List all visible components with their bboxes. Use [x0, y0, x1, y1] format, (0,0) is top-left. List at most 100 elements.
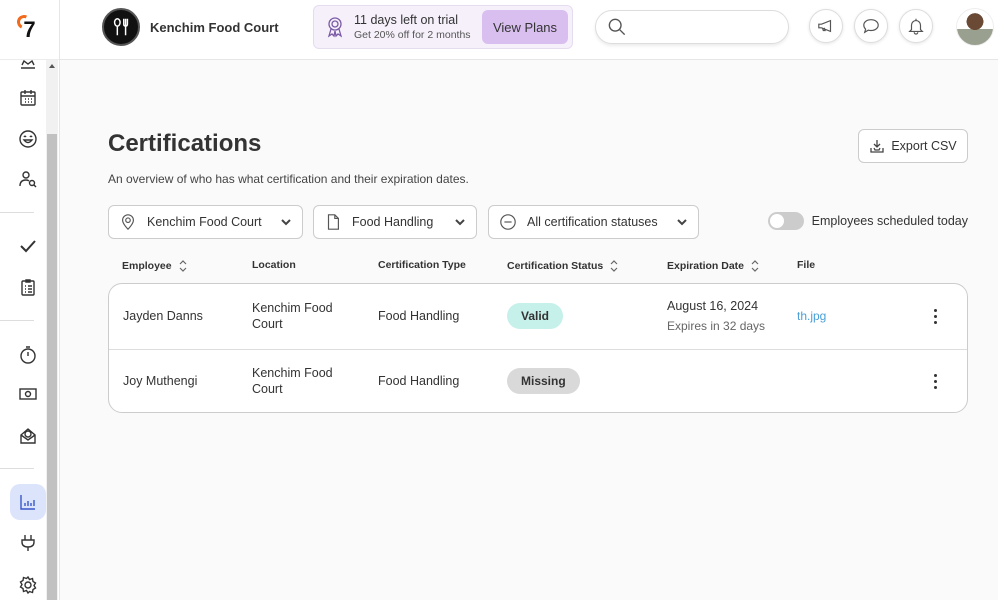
location-pin-icon — [122, 214, 134, 231]
expiration-date: August 16, 2024 — [667, 299, 759, 313]
sidebar-item-hiring[interactable] — [10, 161, 46, 197]
user-search-icon — [19, 171, 37, 188]
location-filter-value: Kenchim Food Court — [147, 215, 262, 229]
sidebar-item-tips[interactable] — [10, 418, 46, 454]
column-header-expiration-date[interactable]: Expiration Date — [667, 259, 760, 273]
location-line: Kenchim Food — [252, 301, 333, 315]
sidebar-item-reports[interactable] — [10, 484, 46, 520]
chevron-down-icon — [677, 219, 687, 226]
status-filter-value: All certification statuses — [527, 215, 658, 229]
search-input[interactable] — [634, 19, 774, 35]
bar-chart-icon — [20, 495, 35, 510]
sidebar-item-settings[interactable] — [10, 567, 46, 600]
trial-banner: 11 days left on trial Get 20% off for 2 … — [313, 5, 573, 49]
crown-icon — [21, 60, 35, 69]
scheduled-today-toggle[interactable] — [767, 212, 804, 230]
location-name: Kenchim Food Court — [150, 19, 279, 35]
calendar-icon — [20, 90, 36, 106]
certification-type-filter-value: Food Handling — [352, 215, 434, 229]
table-row[interactable]: Jayden Danns Kenchim Food Court Food Han… — [109, 284, 967, 349]
clipboard-icon — [21, 279, 35, 296]
status-filter[interactable]: All certification statuses — [488, 205, 699, 239]
top-header: Kenchim Food Court 11 days left on trial… — [60, 0, 998, 60]
column-header-file: File — [797, 259, 815, 271]
certification-type-filter[interactable]: Food Handling — [313, 205, 477, 239]
sidebar-item-payroll[interactable] — [10, 376, 46, 412]
location-line: Kenchim Food — [252, 366, 333, 380]
document-icon — [327, 214, 339, 230]
table-row[interactable]: Joy Muthengi Kenchim Food Court Food Han… — [109, 349, 967, 412]
column-label: Location — [252, 259, 296, 271]
notifications-button[interactable] — [899, 9, 933, 43]
trial-subtitle: Get 20% off for 2 months — [354, 29, 471, 41]
user-avatar[interactable] — [956, 8, 994, 46]
location-filter[interactable]: Kenchim Food Court — [108, 205, 303, 239]
export-csv-button[interactable]: Export CSV — [858, 129, 968, 163]
minus-circle-icon — [500, 214, 516, 230]
column-label: Expiration Date — [667, 260, 745, 272]
plug-icon — [21, 535, 35, 551]
chevron-down-icon — [455, 219, 465, 226]
sidebar-item-engagement[interactable] — [10, 121, 46, 157]
certifications-table: Jayden Danns Kenchim Food Court Food Han… — [108, 283, 968, 413]
sidebar: 7 — [0, 0, 60, 600]
certification-type: Food Handling — [378, 309, 460, 323]
search-icon — [608, 18, 626, 36]
location-cell: Kenchim Food Court — [252, 365, 333, 397]
download-tray-icon — [870, 140, 884, 153]
sort-icon[interactable] — [609, 259, 619, 273]
export-csv-label: Export CSV — [891, 139, 957, 153]
column-header-employee[interactable]: Employee — [122, 259, 188, 273]
row-menu-kebab-icon[interactable] — [927, 306, 943, 326]
view-plans-button[interactable]: View Plans — [482, 10, 568, 44]
smiley-icon — [19, 130, 37, 148]
gear-icon — [19, 575, 37, 595]
employee-name: Joy Muthengi — [123, 374, 198, 388]
column-header-certification-status[interactable]: Certification Status — [507, 259, 619, 273]
app-logo[interactable]: 7 — [0, 0, 59, 60]
search-box[interactable] — [595, 10, 789, 44]
employee-name: Jayden Danns — [123, 309, 203, 323]
stopwatch-icon — [20, 346, 36, 364]
check-icon — [20, 240, 36, 253]
column-label: File — [797, 259, 816, 271]
sidebar-divider — [0, 320, 34, 321]
messages-button[interactable] — [854, 9, 888, 43]
sort-icon[interactable] — [750, 259, 760, 273]
page-subtitle: An overview of who has what certificatio… — [108, 172, 469, 186]
announcements-button[interactable] — [809, 9, 843, 43]
column-label: Certification Type — [378, 259, 466, 271]
sort-icon[interactable] — [178, 259, 188, 273]
sidebar-divider — [0, 212, 34, 213]
location-line: Court — [252, 317, 283, 331]
chevron-down-icon — [281, 219, 291, 226]
chat-bubble-icon — [863, 19, 879, 34]
column-header-location: Location — [252, 259, 296, 271]
sidebar-item-schedule[interactable] — [10, 80, 46, 116]
trial-title: 11 days left on trial — [354, 13, 458, 27]
award-ribbon-icon — [327, 17, 343, 38]
file-link[interactable]: th.jpg — [797, 309, 826, 323]
sidebar-item-logbook[interactable] — [10, 269, 46, 305]
sidebar-item-time-clock[interactable] — [10, 337, 46, 373]
cash-icon — [19, 388, 37, 400]
location-cell: Kenchim Food Court — [252, 300, 333, 332]
status-badge: Missing — [507, 368, 580, 394]
scheduled-today-toggle-group: Employees scheduled today — [767, 212, 968, 230]
scheduled-today-label: Employees scheduled today — [811, 214, 968, 228]
column-header-certification-type: Certification Type — [378, 259, 466, 271]
sidebar-item-crown[interactable] — [10, 60, 46, 82]
sidebar-scrollbar[interactable] — [46, 60, 58, 600]
column-label: Employee — [122, 260, 172, 272]
megaphone-icon — [818, 19, 832, 33]
status-badge: Valid — [507, 303, 564, 329]
location-line: Court — [252, 382, 283, 396]
money-envelope-icon — [20, 428, 36, 444]
row-menu-kebab-icon[interactable] — [927, 371, 943, 391]
sidebar-item-integrations[interactable] — [10, 525, 46, 561]
scroll-up-icon[interactable] — [49, 64, 55, 68]
location-brand[interactable]: Kenchim Food Court — [102, 8, 279, 46]
scrollbar-thumb[interactable] — [47, 134, 57, 600]
page-title: Certifications — [108, 130, 262, 157]
sidebar-item-tasks[interactable] — [10, 228, 46, 264]
